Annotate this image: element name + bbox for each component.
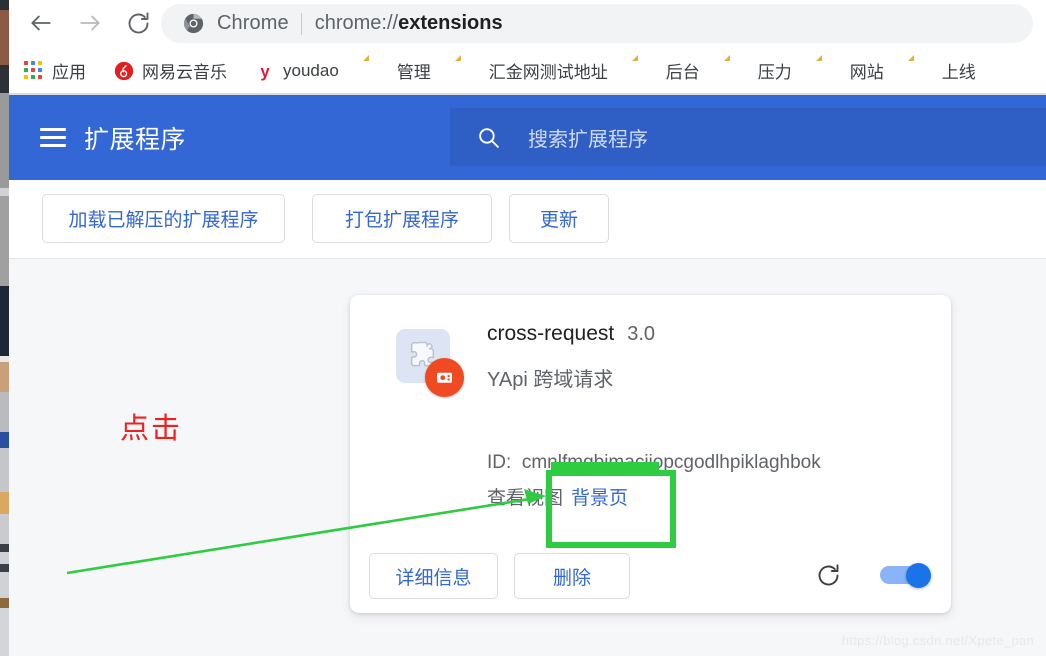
bookmark-folder-guanli[interactable]: 管理 xyxy=(369,56,431,86)
extension-name: cross-request xyxy=(487,322,615,345)
folder-icon xyxy=(730,61,750,81)
watermark: https://blog.csdn.net/Xpete_pan xyxy=(841,633,1034,648)
extension-icon xyxy=(396,329,464,397)
svg-text:y: y xyxy=(260,61,270,80)
omnibox-url-prefix: chrome:// xyxy=(314,12,399,34)
extensions-page: 扩展程序 搜索扩展程序 加载已解压的扩展程序 打包扩展程序 更新 cross-r… xyxy=(9,95,1046,656)
navigation-row: Chrome chrome://extensions xyxy=(0,0,1046,47)
extensions-toolbar: 加载已解压的扩展程序 打包扩展程序 更新 xyxy=(9,180,1046,259)
youdao-icon: y xyxy=(255,61,275,81)
folder-icon xyxy=(369,61,389,81)
toggle-knob xyxy=(906,563,931,588)
background-window-sliver xyxy=(0,0,9,656)
bookmark-folder-wangzhan[interactable]: 网站 xyxy=(822,56,884,86)
bookmark-label: 上线 xyxy=(941,63,976,82)
netease-music-icon xyxy=(114,61,134,81)
search-placeholder-text: 搜索扩展程序 xyxy=(528,128,648,151)
bookmark-label: 应用 xyxy=(52,63,86,82)
bookmark-youdao[interactable]: y youdao xyxy=(255,56,339,86)
details-button[interactable]: 详细信息 xyxy=(369,553,498,599)
bookmark-netease-music[interactable]: 网易云音乐 xyxy=(114,56,227,86)
omnibox-url[interactable]: chrome://extensions xyxy=(315,12,503,35)
annotation-green-box xyxy=(546,470,676,548)
back-arrow-icon[interactable] xyxy=(24,6,58,40)
reload-arrow-icon[interactable] xyxy=(121,6,155,40)
extension-card: cross-request 3.0 YApi 跨域请求 ID: cmnlfmgb… xyxy=(350,295,951,613)
extension-name-row: cross-request 3.0 xyxy=(487,322,655,346)
apps-grid-icon xyxy=(24,60,44,81)
browser-chrome: Chrome chrome://extensions 应用 网易云音乐 y yo… xyxy=(0,0,1046,95)
update-button[interactable]: 更新 xyxy=(509,194,609,243)
bookmark-folder-houtai[interactable]: 后台 xyxy=(638,56,700,86)
chrome-logo-icon xyxy=(183,13,204,34)
bookmark-folder-huijin[interactable]: 汇金网测试地址 xyxy=(461,56,608,86)
bookmark-label: 网易云音乐 xyxy=(142,63,227,82)
enable-toggle[interactable] xyxy=(880,563,932,588)
camera-badge-icon xyxy=(425,358,464,397)
extension-description: YApi 跨域请求 xyxy=(487,369,614,391)
extension-id-label: ID: xyxy=(487,452,512,473)
folder-icon xyxy=(822,61,842,81)
extensions-header: 扩展程序 搜索扩展程序 xyxy=(9,95,1046,180)
hamburger-menu-icon[interactable] xyxy=(40,128,66,147)
address-bar[interactable]: Chrome chrome://extensions xyxy=(161,4,1033,43)
search-icon xyxy=(476,125,501,150)
folder-icon xyxy=(914,61,934,81)
bookmark-label: youdao xyxy=(283,60,339,80)
bookmark-folder-shangxian[interactable]: 上线 xyxy=(914,56,976,86)
forward-arrow-icon[interactable] xyxy=(73,6,107,40)
remove-button[interactable]: 删除 xyxy=(514,553,630,599)
bookmark-label: 压力 xyxy=(757,63,792,82)
bookmark-label: 管理 xyxy=(396,63,431,82)
search-input[interactable]: 搜索扩展程序 xyxy=(450,108,1046,166)
load-unpacked-button[interactable]: 加载已解压的扩展程序 xyxy=(42,194,285,243)
bookmarks-bar: 应用 网易云音乐 y youdao 管理 汇金网测试地址 后台 压力 网站 上线 xyxy=(0,47,1046,94)
bookmark-label: 汇金网测试地址 xyxy=(488,63,608,82)
folder-icon xyxy=(638,61,658,81)
reload-icon[interactable] xyxy=(813,560,843,590)
annotation-green-highlight xyxy=(551,462,659,473)
bookmark-label: 网站 xyxy=(849,63,884,82)
bookmark-label: 后台 xyxy=(665,63,700,82)
extension-version: 3.0 xyxy=(627,323,656,345)
bookmark-folder-yali[interactable]: 压力 xyxy=(730,56,792,86)
folder-icon xyxy=(461,61,481,81)
omnibox-separator xyxy=(300,12,302,35)
omnibox-app-label: Chrome xyxy=(217,12,289,34)
bookmark-apps[interactable]: 应用 xyxy=(24,56,86,86)
pack-extension-button[interactable]: 打包扩展程序 xyxy=(312,194,492,243)
page-title: 扩展程序 xyxy=(84,126,187,154)
annotation-click-text: 点击 xyxy=(120,413,183,445)
omnibox-url-path: extensions xyxy=(398,12,503,34)
